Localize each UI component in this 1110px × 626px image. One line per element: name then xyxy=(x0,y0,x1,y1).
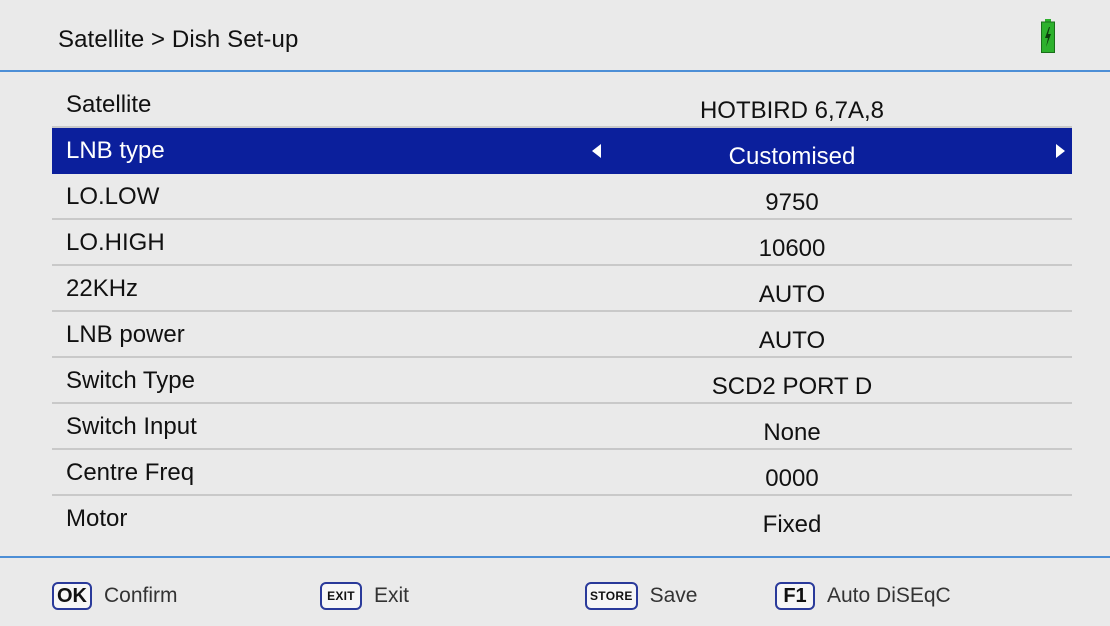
setting-row-22khz[interactable]: 22KHz AUTO xyxy=(52,266,1072,312)
hint-label-save: Save xyxy=(649,584,698,607)
dish-setup-list: Satellite HOTBIRD 6,7A,8 LNB type Custom… xyxy=(52,82,1072,542)
hint-save[interactable]: STORE Save xyxy=(585,582,698,610)
setting-value: SCD2 PORT D xyxy=(711,373,873,400)
hint-label-exit: Exit xyxy=(374,584,410,607)
setting-label: LO.HIGH xyxy=(66,229,165,256)
f1-key-icon: F1 xyxy=(775,582,815,610)
footer-key-hints: OK Confirm EXIT Exit STORE Save F1 Auto … xyxy=(0,558,1110,626)
exit-key-icon: EXIT xyxy=(320,582,362,610)
setting-row-lo-low[interactable]: LO.LOW 9750 xyxy=(52,174,1072,220)
setting-label: Switch Input xyxy=(66,413,197,440)
setting-value: AUTO xyxy=(758,327,826,354)
setting-label: LO.LOW xyxy=(66,183,160,210)
setting-value: 0000 xyxy=(765,465,819,492)
breadcrumb: Satellite > Dish Set-up xyxy=(58,26,299,53)
setting-row-lnb-power[interactable]: LNB power AUTO xyxy=(52,312,1072,358)
setting-value: Customised xyxy=(728,143,856,170)
setting-row-switch-input[interactable]: Switch Input None xyxy=(52,404,1072,450)
hint-auto-diseqc[interactable]: F1 Auto DiSEqC xyxy=(775,582,951,610)
setting-label: Centre Freq xyxy=(66,459,195,486)
header-bar: Satellite > Dish Set-up xyxy=(0,0,1110,72)
setting-label: LNB type xyxy=(66,137,165,164)
setting-value: HOTBIRD 6,7A,8 xyxy=(699,97,885,124)
hint-label-confirm: Confirm xyxy=(104,584,178,607)
setting-row-motor[interactable]: Motor Fixed xyxy=(52,496,1072,542)
store-key-icon: STORE xyxy=(585,582,638,610)
ok-key-icon: OK xyxy=(52,582,92,610)
setting-label: Satellite xyxy=(66,91,152,118)
battery-charging-icon xyxy=(1041,19,1055,53)
setting-value: None xyxy=(763,419,821,446)
setting-row-satellite[interactable]: Satellite HOTBIRD 6,7A,8 xyxy=(52,82,1072,128)
setting-value: Fixed xyxy=(762,511,822,538)
setting-label: 22KHz xyxy=(66,275,139,302)
hint-confirm[interactable]: OK Confirm xyxy=(52,582,178,610)
arrow-right-icon[interactable] xyxy=(1056,144,1065,158)
setting-label: Motor xyxy=(66,505,128,532)
setting-row-centre-freq[interactable]: Centre Freq 0000 xyxy=(52,450,1072,496)
hint-exit[interactable]: EXIT Exit xyxy=(320,582,409,610)
setting-row-switch-type[interactable]: Switch Type SCD2 PORT D xyxy=(52,358,1072,404)
setting-value: 9750 xyxy=(765,189,819,216)
setting-value: AUTO xyxy=(758,281,826,308)
setting-value: 10600 xyxy=(758,235,826,262)
hint-label-auto-diseqc: Auto DiSEqC xyxy=(827,584,951,607)
setting-row-lnb-type[interactable]: LNB type Customised xyxy=(52,128,1072,174)
setting-label: Switch Type xyxy=(66,367,195,394)
arrow-left-icon[interactable] xyxy=(592,144,601,158)
setting-label: LNB power xyxy=(66,321,185,348)
setting-row-lo-high[interactable]: LO.HIGH 10600 xyxy=(52,220,1072,266)
